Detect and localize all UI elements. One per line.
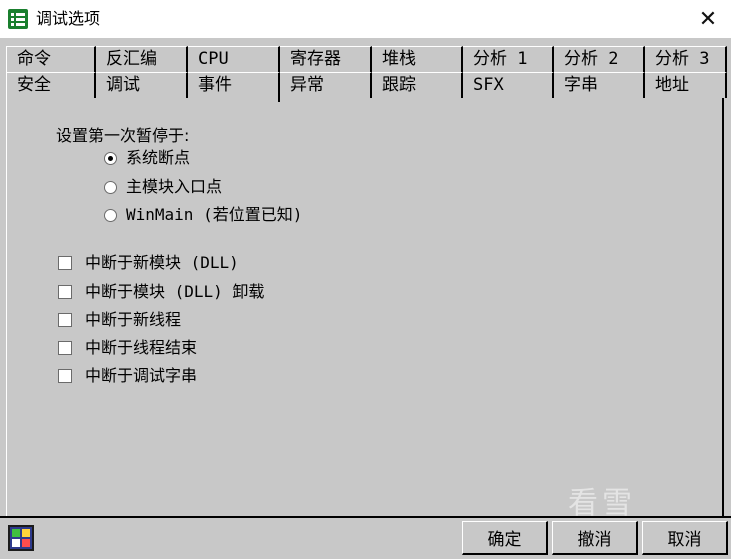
radio-indicator[interactable] — [104, 180, 117, 194]
checkbox-box[interactable] — [58, 285, 72, 299]
radio-indicator[interactable] — [104, 151, 117, 165]
checkbox-break-new-module[interactable]: 中断于新模块 (DLL) — [58, 253, 239, 273]
checkbox-box[interactable] — [58, 313, 72, 327]
tab-trace[interactable]: 跟踪 — [372, 72, 463, 98]
tab-registers[interactable]: 寄存器 — [280, 46, 372, 72]
button-bar: 确定 撤消 取消 — [0, 516, 731, 559]
checkbox-label: 中断于模块 (DLL) 卸载 — [85, 282, 265, 301]
radio-system-breakpoint[interactable]: 系统断点 — [104, 148, 190, 168]
grid-icon — [8, 525, 34, 551]
window-title: 调试选项 — [36, 9, 101, 28]
tab-events[interactable]: 事件 — [188, 72, 280, 102]
checkbox-label: 中断于新模块 (DLL) — [85, 253, 239, 272]
tab-command[interactable]: 命令 — [6, 46, 96, 72]
tab-disassembler[interactable]: 反汇编 — [96, 46, 188, 72]
checkbox-label: 中断于新线程 — [85, 310, 182, 329]
radio-label: 主模块入口点 — [126, 177, 223, 196]
tab-addresses[interactable]: 地址 — [645, 72, 727, 98]
tab-analysis-2[interactable]: 分析 2 — [554, 46, 645, 72]
tab-row-back: 命令 反汇编 CPU 寄存器 堆栈 分析 1 分析 2 分析 3 — [6, 46, 727, 72]
tab-analysis-3[interactable]: 分析 3 — [645, 46, 727, 72]
ok-button[interactable]: 确定 — [462, 521, 548, 555]
tab-row-front: 安全 调试 事件 异常 跟踪 SFX 字串 地址 — [6, 72, 727, 102]
first-pause-label: 设置第一次暂停于: — [56, 126, 190, 145]
radio-main-entry[interactable]: 主模块入口点 — [104, 177, 222, 197]
checkbox-break-module-unload[interactable]: 中断于模块 (DLL) 卸载 — [58, 282, 264, 302]
checkbox-box[interactable] — [58, 256, 72, 270]
title-bar: 调试选项 ✕ — [0, 0, 731, 38]
tab-exceptions[interactable]: 异常 — [280, 72, 372, 98]
close-button[interactable]: ✕ — [685, 0, 731, 38]
tab-analysis-1[interactable]: 分析 1 — [463, 46, 554, 72]
tab-cpu[interactable]: CPU — [188, 46, 280, 72]
checkbox-box[interactable] — [58, 341, 72, 355]
checkbox-label: 中断于调试字串 — [85, 366, 198, 385]
tab-stack[interactable]: 堆栈 — [372, 46, 463, 72]
radio-label: WinMain (若位置已知) — [126, 205, 303, 224]
checkbox-break-debug-string[interactable]: 中断于调试字串 — [58, 366, 197, 386]
close-icon: ✕ — [698, 6, 718, 32]
radio-winmain[interactable]: WinMain (若位置已知) — [104, 205, 302, 225]
checkbox-break-thread-end[interactable]: 中断于线程结束 — [58, 338, 197, 358]
tab-security[interactable]: 安全 — [6, 72, 96, 98]
tab-sfx[interactable]: SFX — [463, 72, 554, 98]
radio-indicator[interactable] — [104, 208, 117, 222]
radio-label: 系统断点 — [126, 148, 191, 167]
tab-strings[interactable]: 字串 — [554, 72, 645, 98]
checkbox-label: 中断于线程结束 — [85, 338, 198, 357]
list-icon — [8, 9, 28, 29]
cancel-button[interactable]: 取消 — [642, 521, 728, 555]
checkbox-box[interactable] — [58, 369, 72, 383]
tab-debug[interactable]: 调试 — [96, 72, 188, 98]
undo-button[interactable]: 撤消 — [552, 521, 638, 555]
checkbox-break-new-thread[interactable]: 中断于新线程 — [58, 310, 181, 330]
